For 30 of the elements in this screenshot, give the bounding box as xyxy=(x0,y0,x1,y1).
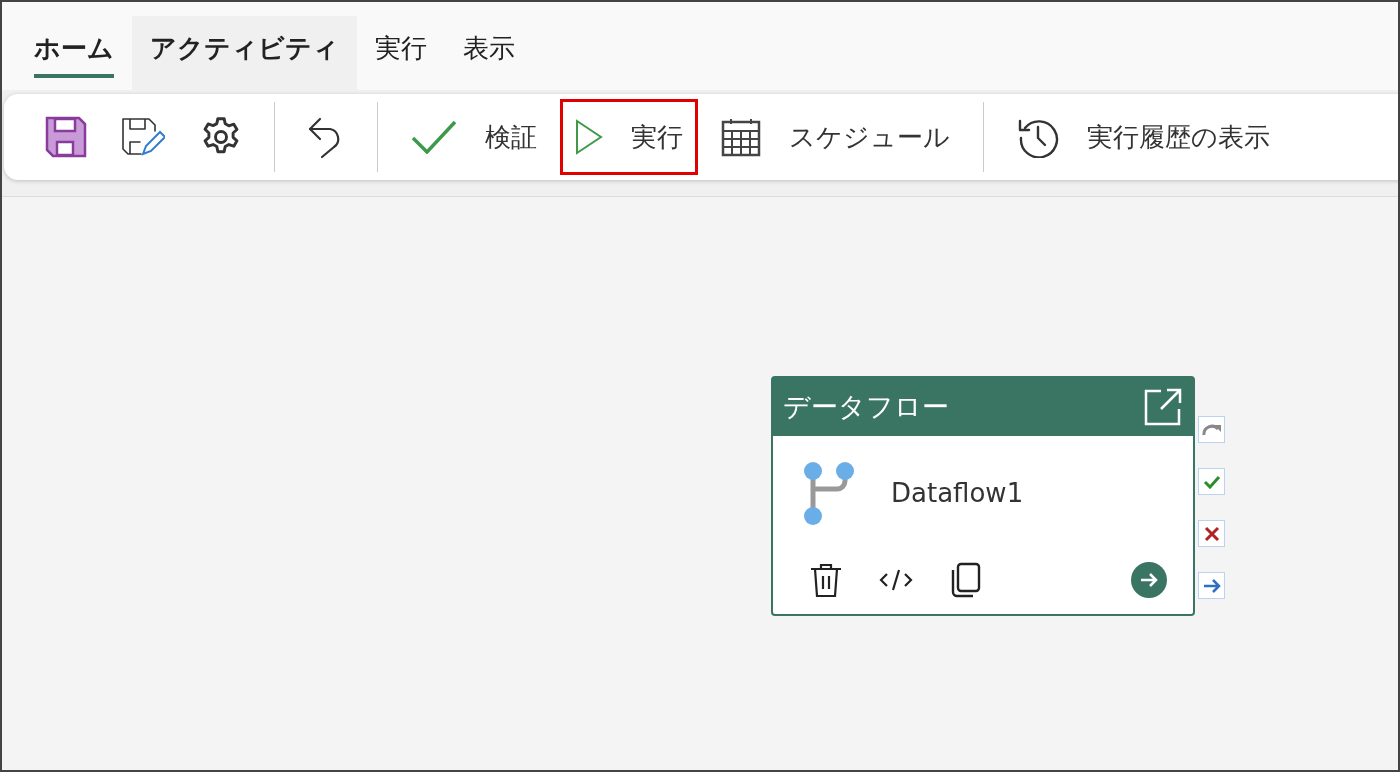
ribbon-tab[interactable]: ホーム xyxy=(16,16,132,90)
code-icon[interactable] xyxy=(879,568,913,592)
check-icon xyxy=(1202,474,1221,489)
success-port[interactable] xyxy=(1198,468,1225,495)
skip-port[interactable] xyxy=(1198,416,1225,443)
activity-card[interactable]: データフロー Dataflow1 xyxy=(771,376,1195,616)
save-edit-icon xyxy=(121,116,165,158)
save-icon xyxy=(45,116,87,158)
ribbon-tab[interactable]: 表示 xyxy=(445,16,533,90)
calendar-icon xyxy=(721,117,761,157)
play-icon xyxy=(575,119,603,155)
ribbon-tab[interactable]: 実行 xyxy=(357,16,445,90)
schedule-button[interactable]: スケジュール xyxy=(706,99,965,175)
dataflow-icon xyxy=(801,461,857,525)
arrow-circle-icon[interactable] xyxy=(1131,562,1167,598)
ribbon-tab[interactable]: アクティビティ xyxy=(132,16,357,90)
check-icon xyxy=(411,120,457,154)
arrow-right-icon xyxy=(1202,578,1221,593)
validate-button[interactable]: 検証 xyxy=(396,99,552,175)
run-history-button[interactable]: 実行履歴の表示 xyxy=(1002,99,1285,175)
failure-port[interactable] xyxy=(1198,520,1225,547)
cross-icon xyxy=(1203,525,1220,542)
copy-icon[interactable] xyxy=(949,562,981,598)
activity-name: Dataflow1 xyxy=(891,476,1024,510)
curved-arrow-icon xyxy=(1201,422,1222,437)
run-button[interactable]: 実行 xyxy=(560,99,698,175)
activity-type: データフロー xyxy=(783,389,949,424)
delete-icon[interactable] xyxy=(809,562,843,598)
completion-port[interactable] xyxy=(1198,572,1225,599)
open-external-icon[interactable] xyxy=(1143,387,1183,427)
